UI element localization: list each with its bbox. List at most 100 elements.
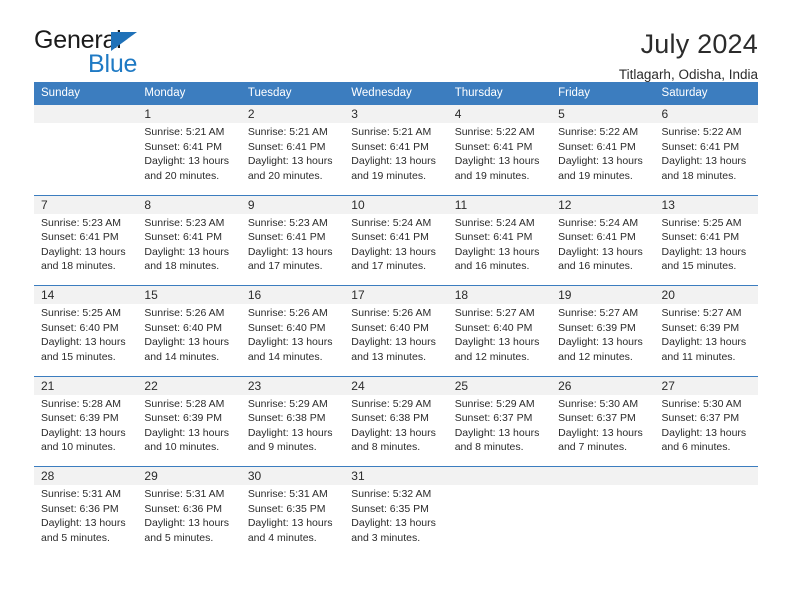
day-number[interactable]: 12	[551, 194, 655, 214]
day-number[interactable]: 6	[654, 105, 758, 123]
daylight-text-line2: and 13 minutes.	[351, 350, 426, 363]
day-number[interactable]: 15	[137, 285, 241, 304]
day-number[interactable]: 19	[551, 285, 655, 304]
day-number[interactable]: 22	[137, 375, 241, 395]
logo-triangle-icon	[111, 32, 137, 51]
day-cell[interactable]: Sunrise: 5:23 AM Sunset: 6:41 PM Dayligh…	[240, 213, 345, 286]
day-cell[interactable]: Sunrise: 5:29 AM Sunset: 6:38 PM Dayligh…	[240, 394, 345, 467]
day-cell[interactable]: Sunrise: 5:28 AM Sunset: 6:39 PM Dayligh…	[137, 394, 241, 467]
day-cell[interactable]: Sunrise: 5:22 AM Sunset: 6:41 PM Dayligh…	[551, 123, 655, 195]
day-number[interactable]: 8	[137, 194, 241, 214]
day-number[interactable]: 13	[654, 194, 758, 214]
day-number[interactable]: 30	[240, 466, 345, 485]
day-cell[interactable]: Sunrise: 5:26 AM Sunset: 6:40 PM Dayligh…	[137, 304, 241, 376]
day-number[interactable]: 14	[34, 285, 138, 304]
day-number[interactable]	[654, 466, 758, 485]
day-number[interactable]: 29	[137, 466, 241, 485]
day-cell[interactable]: Sunrise: 5:24 AM Sunset: 6:41 PM Dayligh…	[551, 213, 655, 286]
day-number[interactable]: 17	[344, 285, 448, 304]
day-cell[interactable]: Sunrise: 5:27 AM Sunset: 6:39 PM Dayligh…	[654, 304, 758, 376]
daylight-text-line1: Daylight: 13 hours	[558, 336, 643, 349]
day-number[interactable]: 5	[551, 105, 655, 123]
day-number[interactable]: 21	[34, 375, 138, 395]
day-cell[interactable]: Sunrise: 5:22 AM Sunset: 6:41 PM Dayligh…	[447, 123, 552, 195]
day-cell	[654, 485, 758, 557]
day-cell[interactable]: Sunrise: 5:30 AM Sunset: 6:37 PM Dayligh…	[654, 394, 758, 467]
day-number[interactable]: 1	[137, 105, 241, 123]
daylight-text-line2: and 12 minutes.	[454, 350, 530, 363]
day-cell[interactable]: Sunrise: 5:24 AM Sunset: 6:41 PM Dayligh…	[447, 213, 552, 286]
sunset-text: Sunset: 6:41 PM	[454, 231, 533, 244]
day-number[interactable]	[447, 466, 552, 485]
day-cell[interactable]: Sunrise: 5:21 AM Sunset: 6:41 PM Dayligh…	[344, 123, 448, 195]
daylight-text-line2: and 19 minutes.	[351, 169, 426, 182]
day-cell[interactable]: Sunrise: 5:31 AM Sunset: 6:36 PM Dayligh…	[34, 485, 138, 557]
weekday-header-saturday: Saturday	[654, 82, 758, 105]
day-number[interactable]: 16	[240, 285, 345, 304]
day-cell[interactable]: Sunrise: 5:26 AM Sunset: 6:40 PM Dayligh…	[344, 304, 448, 376]
day-cell[interactable]: Sunrise: 5:24 AM Sunset: 6:41 PM Dayligh…	[344, 213, 448, 286]
day-cell[interactable]: Sunrise: 5:32 AM Sunset: 6:35 PM Dayligh…	[344, 485, 448, 557]
sunset-text: Sunset: 6:41 PM	[454, 140, 533, 153]
week-detail-row: Sunrise: 5:21 AM Sunset: 6:41 PM Dayligh…	[34, 123, 758, 195]
day-number[interactable]: 18	[447, 285, 552, 304]
day-number[interactable]: 25	[447, 375, 552, 395]
day-number[interactable]: 28	[34, 466, 138, 485]
day-number[interactable]: 9	[240, 194, 345, 214]
day-cell[interactable]: Sunrise: 5:21 AM Sunset: 6:41 PM Dayligh…	[137, 123, 241, 195]
day-cell[interactable]: Sunrise: 5:30 AM Sunset: 6:37 PM Dayligh…	[551, 394, 655, 467]
day-cell[interactable]: Sunrise: 5:25 AM Sunset: 6:40 PM Dayligh…	[34, 304, 138, 376]
day-number[interactable]: 11	[447, 194, 552, 214]
day-cell[interactable]: Sunrise: 5:31 AM Sunset: 6:35 PM Dayligh…	[240, 485, 345, 557]
daylight-text-line2: and 15 minutes.	[661, 260, 737, 273]
day-cell[interactable]: Sunrise: 5:28 AM Sunset: 6:39 PM Dayligh…	[34, 394, 138, 467]
day-number[interactable]: 26	[551, 375, 655, 395]
sunrise-text: Sunrise: 5:25 AM	[661, 216, 742, 229]
day-cell[interactable]: Sunrise: 5:27 AM Sunset: 6:39 PM Dayligh…	[551, 304, 655, 376]
daylight-text-line2: and 5 minutes.	[41, 531, 110, 544]
sunrise-text: Sunrise: 5:21 AM	[351, 126, 432, 138]
day-cell[interactable]: Sunrise: 5:22 AM Sunset: 6:41 PM Dayligh…	[654, 123, 758, 195]
sunrise-text: Sunrise: 5:26 AM	[144, 307, 225, 319]
day-cell[interactable]: Sunrise: 5:21 AM Sunset: 6:41 PM Dayligh…	[240, 123, 345, 195]
week-number-row: 28 29 30 31	[34, 466, 758, 485]
day-cell[interactable]: Sunrise: 5:26 AM Sunset: 6:40 PM Dayligh…	[240, 304, 345, 376]
day-number[interactable]	[34, 105, 138, 123]
sunrise-text: Sunrise: 5:31 AM	[144, 488, 225, 500]
day-number[interactable]: 3	[344, 105, 448, 123]
day-number[interactable]: 23	[240, 375, 345, 395]
sunset-text: Sunset: 6:41 PM	[144, 140, 223, 153]
daylight-text-line2: and 11 minutes.	[661, 350, 736, 363]
generalblue-logo[interactable]: General Blue	[34, 28, 194, 84]
sunrise-text: Sunrise: 5:29 AM	[454, 397, 535, 410]
day-number[interactable]: 31	[344, 466, 448, 485]
daylight-text-line2: and 10 minutes.	[144, 441, 220, 454]
day-number[interactable]: 10	[344, 194, 448, 214]
week-number-row: 14 15 16 17 18 19 20	[34, 285, 758, 304]
daylight-text-line1: Daylight: 13 hours	[558, 245, 643, 258]
daylight-text-line2: and 16 minutes.	[454, 260, 530, 273]
day-number[interactable]: 20	[654, 285, 758, 304]
day-number[interactable]: 27	[654, 375, 758, 395]
day-cell[interactable]: Sunrise: 5:23 AM Sunset: 6:41 PM Dayligh…	[137, 213, 241, 286]
daylight-text-line1: Daylight: 13 hours	[454, 245, 540, 258]
day-number[interactable]	[551, 466, 655, 485]
daylight-text-line2: and 9 minutes.	[247, 441, 317, 454]
sunset-text: Sunset: 6:38 PM	[247, 412, 326, 425]
day-cell[interactable]: Sunrise: 5:31 AM Sunset: 6:36 PM Dayligh…	[137, 485, 241, 557]
day-number[interactable]: 7	[34, 194, 138, 214]
day-cell[interactable]: Sunrise: 5:23 AM Sunset: 6:41 PM Dayligh…	[34, 213, 138, 286]
day-number[interactable]: 4	[447, 105, 552, 123]
day-cell[interactable]: Sunrise: 5:25 AM Sunset: 6:41 PM Dayligh…	[654, 213, 758, 286]
daylight-text-line1: Daylight: 13 hours	[454, 426, 540, 439]
sunrise-text: Sunrise: 5:23 AM	[41, 216, 121, 229]
day-cell[interactable]: Sunrise: 5:27 AM Sunset: 6:40 PM Dayligh…	[447, 304, 552, 376]
day-number[interactable]: 2	[240, 105, 345, 123]
day-cell[interactable]: Sunrise: 5:29 AM Sunset: 6:37 PM Dayligh…	[447, 394, 552, 467]
daylight-text-line1: Daylight: 13 hours	[351, 336, 436, 349]
sunrise-text: Sunrise: 5:25 AM	[41, 307, 121, 319]
day-cell[interactable]: Sunrise: 5:29 AM Sunset: 6:38 PM Dayligh…	[344, 394, 448, 467]
daylight-text-line2: and 8 minutes.	[454, 441, 524, 454]
day-number[interactable]: 24	[344, 375, 448, 395]
sunset-text: Sunset: 6:40 PM	[144, 321, 223, 334]
